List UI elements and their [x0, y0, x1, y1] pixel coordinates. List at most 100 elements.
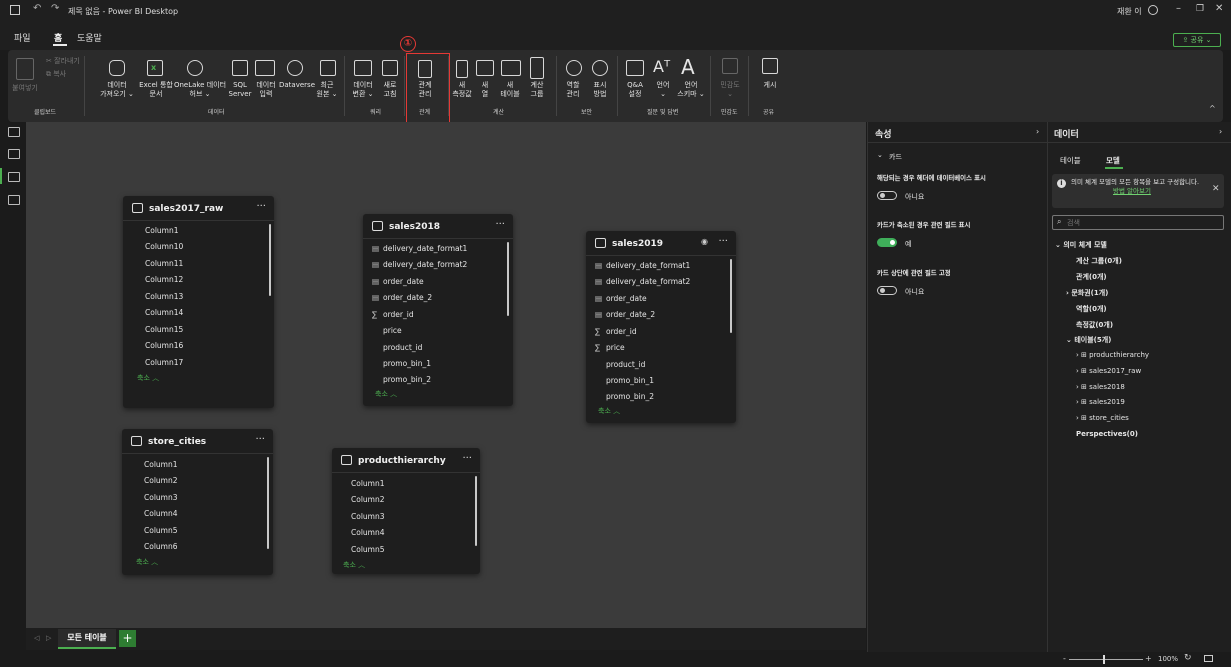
zoom-out-icon[interactable]: - [1063, 654, 1066, 663]
transform-data-button[interactable]: 데이터 변환 ⌄ [347, 81, 379, 99]
field[interactable]: promo_bin_2 [383, 375, 431, 384]
tree-tables[interactable]: ⌄ 테이블(5개) [1066, 335, 1111, 345]
cut-button[interactable]: ✂ 잘라내기 [46, 57, 80, 66]
zoom-slider-thumb[interactable] [1103, 655, 1105, 664]
undo-icon[interactable]: ↶ [33, 3, 41, 14]
field[interactable]: Column3 [351, 512, 385, 521]
minimize-icon[interactable]: – [1176, 3, 1181, 14]
tab-next-icon[interactable]: ▷ [46, 634, 51, 642]
excel-button[interactable]: Excel 통합 문서 [136, 81, 176, 99]
toggle-show-related-fields[interactable] [877, 238, 897, 247]
tree-roles[interactable]: 역할(0개) [1076, 304, 1107, 314]
field[interactable]: Column5 [351, 545, 385, 554]
collapse-link[interactable]: 축소 ︿ [343, 560, 365, 570]
field[interactable]: Column1 [144, 460, 178, 469]
tab-prev-icon[interactable]: ◁ [34, 634, 39, 642]
tree-relationships[interactable]: 관계(0개) [1076, 272, 1107, 282]
field[interactable]: Column6 [144, 542, 178, 551]
menu-file[interactable]: 파일 [14, 31, 31, 44]
field[interactable]: Column2 [351, 495, 385, 504]
scrollbar[interactable] [475, 476, 477, 546]
enter-data-button[interactable]: 데이터 입력 [252, 81, 280, 99]
tree-measures[interactable]: 측정값(0개) [1076, 320, 1113, 330]
more-options-icon[interactable]: ··· [718, 236, 728, 247]
field[interactable]: delivery_date_format1 [606, 261, 690, 270]
field[interactable]: Column15 [145, 325, 183, 334]
share-button[interactable]: ⇪ 공유 ⌄ [1173, 33, 1221, 47]
field[interactable]: Column5 [144, 526, 178, 535]
learn-more-link[interactable]: 방법 알아보기 [1113, 187, 1151, 196]
collapse-link[interactable]: 축소 ︿ [136, 557, 158, 567]
field[interactable]: Column11 [145, 259, 183, 268]
paste-button[interactable]: 붙여넣기 [8, 84, 42, 93]
field[interactable]: Column1 [351, 479, 385, 488]
copy-button[interactable]: ⧉ 복사 [46, 70, 66, 79]
report-view-icon[interactable] [8, 127, 20, 137]
view-as-button[interactable]: 표시 방법 [587, 81, 613, 99]
field[interactable]: delivery_date_format1 [383, 244, 467, 253]
field[interactable]: promo_bin_1 [606, 376, 654, 385]
field[interactable]: delivery_date_format2 [606, 277, 690, 286]
scrollbar[interactable] [730, 259, 732, 333]
field[interactable]: Column12 [145, 275, 183, 284]
redo-icon[interactable]: ↷ [51, 3, 59, 14]
more-options-icon[interactable]: ··· [495, 219, 505, 230]
avatar-icon[interactable] [1148, 5, 1158, 15]
field[interactable]: Column1 [145, 226, 179, 235]
tree-table-item[interactable]: › ⊞ sales2017_raw [1076, 367, 1141, 375]
table-card-store_cities[interactable]: store_cities ··· Column1 Column2 Column3… [122, 429, 273, 575]
more-options-icon[interactable]: ··· [462, 453, 472, 464]
tab-all-tables[interactable]: 모든 테이블 [58, 629, 116, 649]
tree-table-item[interactable]: › ⊞ store_cities [1076, 414, 1129, 422]
menu-help[interactable]: 도움말 [77, 31, 102, 44]
field[interactable]: delivery_date_format2 [383, 260, 467, 269]
collapse-pane-icon[interactable]: › [1219, 127, 1222, 136]
manage-roles-button[interactable]: 역할 관리 [560, 81, 586, 99]
new-measure-button[interactable]: 새 측정값 [449, 81, 475, 99]
toggle-show-database[interactable] [877, 191, 897, 200]
field[interactable]: Column14 [145, 308, 183, 317]
field[interactable]: Column10 [145, 242, 183, 251]
qa-setup-button[interactable]: Q&A 설정 [622, 81, 648, 99]
field[interactable]: Column2 [144, 476, 178, 485]
field[interactable]: order_id [383, 310, 414, 319]
collapse-ribbon-icon[interactable]: ^ [1209, 104, 1216, 113]
field[interactable]: Column16 [145, 341, 183, 350]
field[interactable]: order_date_2 [383, 293, 432, 302]
table-card-producthierarchy[interactable]: producthierarchy ··· Column1 Column2 Col… [332, 448, 480, 574]
onelake-button[interactable]: OneLake 데이터 허브 ⌄ [172, 81, 228, 99]
field[interactable]: order_date [383, 277, 424, 286]
more-options-icon[interactable]: ··· [255, 434, 265, 445]
recent-sources-button[interactable]: 최근 원본 ⌄ [312, 81, 342, 99]
model-canvas[interactable]: sales2017_raw ··· Column1 Column10 Colum… [26, 122, 866, 628]
field[interactable]: Column4 [144, 509, 178, 518]
scrollbar[interactable] [267, 457, 269, 549]
close-icon[interactable]: ✕ [1215, 3, 1223, 14]
tree-calc-groups[interactable]: 계산 그룹(0개) [1076, 256, 1122, 266]
card-header[interactable]: producthierarchy ··· [332, 448, 480, 472]
new-table-button[interactable]: 새 테이블 [497, 81, 523, 99]
model-view-icon[interactable] [8, 172, 20, 182]
table-card-sales2019[interactable]: sales2019 ◉ ··· ▤ delivery_date_format1 … [586, 231, 736, 423]
menu-home[interactable]: 홈 [54, 31, 62, 44]
dataverse-button[interactable]: Dataverse [278, 81, 316, 90]
linguistic-schema-button[interactable]: 언어 스키마 ⌄ [675, 81, 707, 99]
card-header[interactable]: store_cities ··· [122, 429, 273, 453]
table-card-sales2017_raw[interactable]: sales2017_raw ··· Column1 Column10 Colum… [123, 196, 274, 408]
search-input[interactable] [1067, 217, 1217, 228]
tree-cultures[interactable]: › 문화권(1개) [1066, 288, 1108, 298]
section-card[interactable]: 카드 [889, 152, 902, 162]
search-box[interactable]: ⌕ [1052, 215, 1224, 230]
fit-page-icon[interactable] [1204, 655, 1213, 662]
zoom-slider[interactable] [1069, 659, 1143, 660]
field[interactable]: Column13 [145, 292, 183, 301]
get-data-button[interactable]: 데이터 가져오기 ⌄ [95, 81, 139, 99]
field[interactable]: promo_bin_2 [606, 392, 654, 401]
collapse-pane-icon[interactable]: › [1036, 127, 1039, 136]
collapse-link[interactable]: 축소 ︿ [598, 406, 620, 416]
field[interactable]: Column17 [145, 358, 183, 367]
card-header[interactable]: sales2018 ··· [363, 214, 513, 238]
tab-table[interactable]: 테이블 [1060, 155, 1081, 166]
scrollbar[interactable] [269, 224, 271, 296]
zoom-in-icon[interactable]: + [1145, 654, 1152, 663]
